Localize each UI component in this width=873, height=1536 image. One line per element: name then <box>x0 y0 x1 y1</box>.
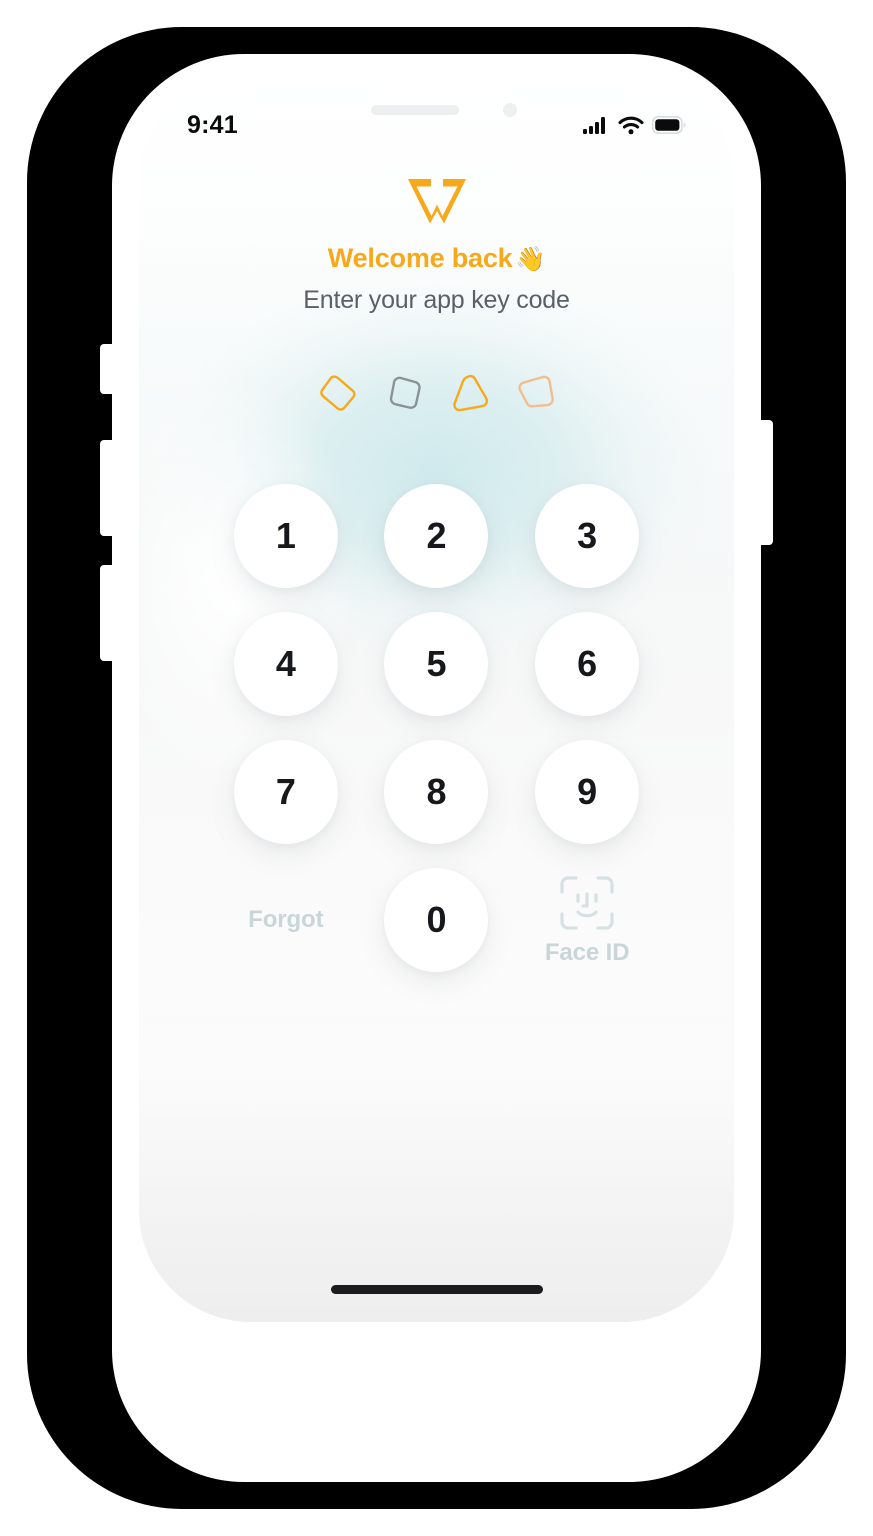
power-button[interactable] <box>761 420 773 545</box>
key-0-slot: 0 <box>384 868 489 972</box>
faceid-slot: Face ID <box>535 868 639 972</box>
page-title: Welcome back 👋 <box>139 242 734 276</box>
forgot-slot: Forgot <box>234 868 338 972</box>
key-4[interactable]: 4 <box>233 612 338 716</box>
pin-dot-3-blob-triangle <box>452 374 488 412</box>
face-id-label: Face ID <box>544 938 630 966</box>
key-9[interactable]: 9 <box>535 740 640 844</box>
key-2[interactable]: 2 <box>384 484 489 588</box>
home-indicator[interactable] <box>330 1285 543 1294</box>
key-6[interactable]: 6 <box>535 612 640 716</box>
silent-switch-button[interactable] <box>100 344 112 394</box>
key-7[interactable]: 7 <box>233 740 338 844</box>
face-id-icon <box>560 875 614 930</box>
key-0[interactable]: 0 <box>384 868 489 972</box>
wifi-icon <box>618 116 644 134</box>
pin-dot-1-blob-square-rotated <box>319 375 356 411</box>
pin-indicator <box>139 370 734 416</box>
battery-icon <box>652 116 686 134</box>
pin-keypad: 1 2 3 4 5 6 7 8 9 Forgot 0 Face ID <box>211 484 663 972</box>
volume-down-button[interactable] <box>100 565 112 661</box>
app-logo <box>404 176 470 233</box>
phone-screen: 9:41 Welcome back 👋 Enter your app key c… <box>139 70 734 1322</box>
pin-dot-4-blob-teardrop <box>517 375 554 408</box>
status-bar: 9:41 <box>139 108 734 142</box>
w-logo <box>407 179 466 224</box>
key-3[interactable]: 3 <box>535 484 640 588</box>
header-block: Welcome back 👋 Enter your app key code <box>139 242 734 315</box>
waving-hand-icon: 👋 <box>515 246 546 273</box>
face-id-button[interactable]: Face ID <box>545 874 630 967</box>
volume-up-button[interactable] <box>100 440 112 536</box>
screenshot-stage: 9:41 Welcome back 👋 Enter your app key c… <box>0 0 873 1536</box>
pin-dot-2-blob-square-soft <box>389 376 421 409</box>
page-title-text: Welcome back <box>327 243 513 273</box>
key-8[interactable]: 8 <box>384 740 489 844</box>
status-icons <box>583 116 686 135</box>
status-time: 9:41 <box>187 110 238 139</box>
cellular-signal-icon <box>583 116 605 134</box>
page-subtitle: Enter your app key code <box>303 285 570 314</box>
forgot-button[interactable]: Forgot <box>248 906 323 934</box>
key-5[interactable]: 5 <box>384 612 489 716</box>
key-1[interactable]: 1 <box>233 484 338 588</box>
